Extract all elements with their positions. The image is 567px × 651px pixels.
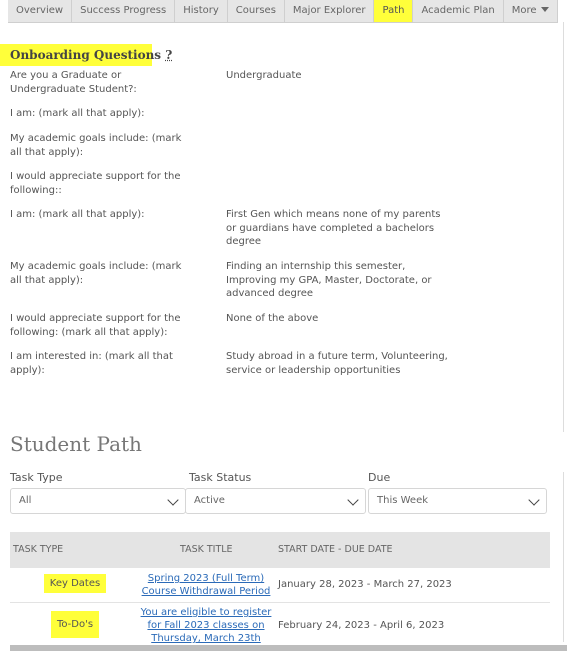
tab-label: Academic Plan: [421, 5, 495, 16]
tab-history[interactable]: History: [175, 0, 228, 22]
tab-label: Path: [382, 5, 405, 16]
answer: First Gen which means none of my parents…: [226, 209, 441, 247]
question: I am: (mark all that apply):: [10, 108, 145, 119]
task-type-cell: Key Dates: [10, 574, 140, 593]
task-dates: February 24, 2023 - April 6, 2023: [278, 620, 445, 631]
select-value: This Week: [377, 495, 429, 506]
task-type-badge: To-Do's: [50, 611, 100, 638]
horizontal-scrollbar[interactable]: [10, 645, 567, 651]
onboarding-title-text: Onboarding Questions: [10, 48, 162, 62]
table-header: TASK TYPE TASK TITLE START DATE - DUE DA…: [10, 532, 550, 568]
tab-success-progress[interactable]: Success Progress: [72, 0, 176, 22]
chevron-down-icon: [528, 494, 540, 506]
panel-border: [563, 472, 564, 642]
question: I would appreciate support for the follo…: [10, 171, 181, 196]
question: My academic goals include: (mark all tha…: [10, 261, 182, 286]
question: Are you a Graduate or Undergraduate Stud…: [10, 70, 137, 95]
answer: Undergraduate: [226, 70, 302, 81]
question: I am interested in: (mark all that apply…: [10, 351, 173, 376]
chevron-down-icon: [347, 494, 359, 506]
student-path-title: Student Path: [10, 432, 142, 456]
question: I would appreciate support for the follo…: [10, 313, 181, 338]
caret-down-icon: [540, 7, 549, 12]
answer: None of the above: [226, 313, 319, 324]
tab-path[interactable]: Path: [374, 0, 414, 22]
table-row: Key Dates Spring 2023 (Full Term) Course…: [10, 568, 550, 603]
tab-label: Major Explorer: [292, 5, 366, 16]
task-title-link[interactable]: You are eligible to register for Fall 20…: [140, 606, 272, 645]
tab-more[interactable]: More: [503, 0, 558, 22]
task-status-label: Task Status: [189, 471, 252, 484]
chevron-down-icon: [167, 494, 179, 506]
task-type-select[interactable]: All: [10, 488, 186, 514]
answer: Study abroad in a future term, Volunteer…: [226, 351, 448, 376]
header-dates[interactable]: START DATE - DUE DATE: [278, 544, 393, 555]
header-task-title[interactable]: TASK TITLE: [180, 544, 233, 555]
due-select[interactable]: This Week: [368, 488, 547, 514]
help-icon[interactable]: ?: [165, 48, 172, 62]
task-status-select[interactable]: Active: [185, 488, 366, 514]
select-value: All: [19, 495, 32, 506]
panel-border: [563, 22, 564, 432]
tab-label: More: [511, 5, 537, 16]
answer: Finding an internship this semester, Imp…: [226, 261, 432, 299]
task-type-label: Task Type: [10, 471, 63, 484]
task-type-badge: Key Dates: [43, 574, 107, 593]
task-type-cell: To-Do's: [10, 611, 140, 638]
tab-label: Overview: [16, 5, 64, 16]
select-value: Active: [194, 495, 225, 506]
tab-courses[interactable]: Courses: [227, 0, 285, 22]
task-dates: January 28, 2023 - March 27, 2023: [278, 579, 452, 590]
tab-academic-plan[interactable]: Academic Plan: [413, 0, 504, 22]
table-row: To-Do's You are eligible to register for…: [10, 603, 550, 647]
header-task-type[interactable]: TASK TYPE: [13, 544, 63, 555]
tab-label: History: [183, 5, 219, 16]
tab-major-explorer[interactable]: Major Explorer: [284, 0, 375, 22]
onboarding-title: Onboarding Questions ?: [10, 48, 172, 62]
tab-bar: Overview Success Progress History Course…: [8, 0, 558, 23]
tab-label: Success Progress: [80, 5, 167, 16]
task-title-link[interactable]: Spring 2023 (Full Term) Course Withdrawa…: [140, 572, 272, 598]
tasks-table: TASK TYPE TASK TITLE START DATE - DUE DA…: [10, 532, 550, 647]
tab-label: Courses: [235, 5, 276, 16]
question: My academic goals include: (mark all tha…: [10, 133, 182, 158]
due-label: Due: [368, 471, 391, 484]
tab-overview[interactable]: Overview: [8, 0, 73, 22]
question: I am: (mark all that apply):: [10, 209, 145, 220]
